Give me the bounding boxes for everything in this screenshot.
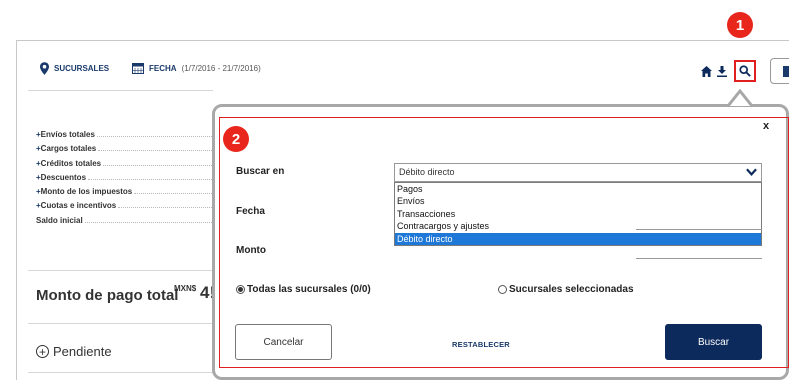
search-submit-button[interactable]: Buscar <box>665 324 762 360</box>
search-in-select[interactable]: Débito directo <box>394 163 762 182</box>
summary-row[interactable]: +Cuotas e incentivos <box>36 199 216 213</box>
option-item[interactable]: Contracargos y ajustes <box>395 220 761 232</box>
step-badge-1: 1 <box>727 12 753 38</box>
radio-checked-icon <box>236 285 245 294</box>
plus-circle-icon: + <box>36 345 49 358</box>
summary-divider <box>28 270 213 271</box>
date-field-label: Fecha <box>236 206 265 217</box>
total-currency: MXN$ <box>174 284 197 293</box>
calendar-icon <box>132 63 144 74</box>
option-item[interactable]: Transacciones <box>395 208 761 220</box>
summary-row[interactable]: +Cargos totales <box>36 142 216 156</box>
search-in-label: Buscar en <box>236 166 285 177</box>
header-divider <box>28 90 213 91</box>
pending-label: Pendiente <box>53 344 112 359</box>
radio-all-label: Todas las sucursales (0/0) <box>247 284 371 295</box>
search-in-options: Pagos Envíos Transacciones Contracargos … <box>394 182 762 246</box>
search-icon <box>739 65 751 77</box>
summary-list: +Envíos totales +Cargos totales +Crédito… <box>36 128 216 228</box>
radio-selected-label: Sucursales seleccionadas <box>509 284 634 295</box>
branches-filter[interactable]: SUCURSALES <box>40 62 109 75</box>
date-range: (1/7/2016 - 21/7/2016) <box>181 63 261 73</box>
pending-toggle[interactable]: + Pendiente <box>36 344 112 359</box>
radio-selected-branches[interactable]: Sucursales seleccionadas <box>498 284 634 295</box>
amount-field-underline <box>636 258 762 259</box>
date-filter[interactable]: FECHA (1/7/2016 - 21/7/2016) <box>132 62 261 74</box>
date-field-underline <box>636 229 762 230</box>
cancel-button[interactable]: Cancelar <box>235 324 332 360</box>
total-divider <box>28 323 213 324</box>
option-item[interactable]: Envíos <box>395 195 761 207</box>
step-badge-2: 2 <box>223 126 249 152</box>
toolbar-extra-icon <box>783 66 789 77</box>
date-label: FECHA <box>149 63 177 73</box>
pending-divider <box>28 372 213 373</box>
total-payment-label: Monto de pago total <box>36 287 179 304</box>
summary-row[interactable]: +Envíos totales <box>36 128 216 142</box>
reset-link[interactable]: RESTABLECER <box>452 340 510 349</box>
close-button[interactable]: x <box>763 120 769 132</box>
panel-pointer <box>728 89 752 106</box>
summary-row: Saldo inicial <box>36 214 216 228</box>
amount-field-label: Monto <box>236 245 266 256</box>
option-item[interactable]: Pagos <box>395 183 761 195</box>
summary-row[interactable]: +Descuentos <box>36 171 216 185</box>
summary-row[interactable]: +Créditos totales <box>36 157 216 171</box>
location-pin-icon <box>40 62 49 75</box>
chevron-down-icon <box>746 168 757 176</box>
search-button[interactable] <box>734 60 756 82</box>
home-icon[interactable] <box>701 66 712 77</box>
branches-label: SUCURSALES <box>54 64 110 73</box>
summary-row[interactable]: +Monto de los impuestos <box>36 185 216 199</box>
option-item-selected[interactable]: Débito directo <box>395 232 761 245</box>
search-in-value: Débito directo <box>399 167 455 177</box>
download-icon[interactable] <box>717 66 727 77</box>
radio-all-branches[interactable]: Todas las sucursales (0/0) <box>236 284 371 295</box>
radio-unchecked-icon <box>498 285 507 294</box>
